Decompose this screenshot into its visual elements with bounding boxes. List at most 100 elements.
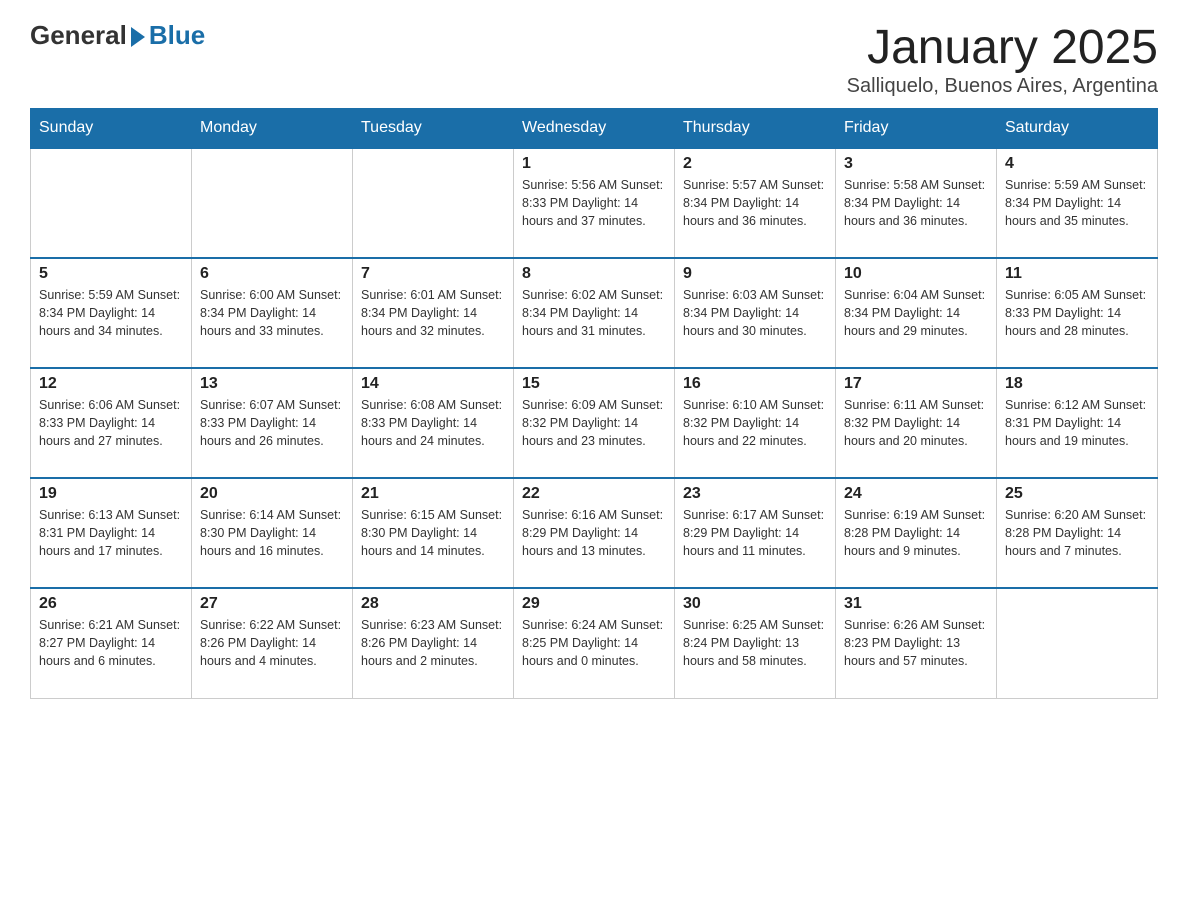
calendar-cell: 14Sunrise: 6:08 AM Sunset: 8:33 PM Dayli… bbox=[353, 368, 514, 478]
day-number: 21 bbox=[361, 485, 505, 503]
calendar-cell: 23 Sunrise: 6:17 AM Sunset: 8:29 PM Dayli… bbox=[675, 478, 836, 588]
day-info: Sunrise: 6:21 AM Sunset: 8:27 PM Dayligh… bbox=[39, 616, 183, 670]
calendar-cell: 12 Sunrise: 6:06 AM Sunset: 8:33 PM Dayli… bbox=[31, 368, 192, 478]
calendar-cell: 8Sunrise: 6:02 AM Sunset: 8:34 PM Daylig… bbox=[514, 258, 675, 368]
day-info: Sunrise: 6:06 AM Sunset: 8:33 PM Dayligh… bbox=[39, 396, 183, 450]
calendar-cell: 18 Sunrise: 6:12 AM Sunset: 8:31 PM Dayli… bbox=[997, 368, 1158, 478]
calendar-cell: 27 Sunrise: 6:22 AM Sunset: 8:26 PM Dayli… bbox=[192, 588, 353, 698]
day-info: Sunrise: 6:03 AM Sunset: 8:34 PM Dayligh… bbox=[683, 286, 827, 340]
logo-arrow-icon bbox=[131, 27, 145, 47]
day-info: Sunrise: 5:59 AM Sunset: 8:34 PM Dayligh… bbox=[39, 286, 183, 340]
day-info: Sunrise: 6:12 AM Sunset: 8:31 PM Dayligh… bbox=[1005, 396, 1149, 450]
calendar-cell: 10 Sunrise: 6:04 AM Sunset: 8:34 PM Dayli… bbox=[836, 258, 997, 368]
calendar-cell: 7 Sunrise: 6:01 AM Sunset: 8:34 PM Daylig… bbox=[353, 258, 514, 368]
calendar-cell: 4Sunrise: 5:59 AM Sunset: 8:34 PM Daylig… bbox=[997, 148, 1158, 258]
day-info: Sunrise: 6:15 AM Sunset: 8:30 PM Dayligh… bbox=[361, 506, 505, 560]
day-of-week-header: Wednesday bbox=[514, 109, 675, 149]
day-number: 2 bbox=[683, 155, 827, 173]
day-info: Sunrise: 6:19 AM Sunset: 8:28 PM Dayligh… bbox=[844, 506, 988, 560]
calendar-cell: 22 Sunrise: 6:16 AM Sunset: 8:29 PM Dayli… bbox=[514, 478, 675, 588]
day-of-week-header: Saturday bbox=[997, 109, 1158, 149]
calendar-cell: 31 Sunrise: 6:26 AM Sunset: 8:23 PM Dayli… bbox=[836, 588, 997, 698]
week-row: 1Sunrise: 5:56 AM Sunset: 8:33 PM Daylig… bbox=[31, 148, 1158, 258]
day-number: 3 bbox=[844, 155, 988, 173]
day-info: Sunrise: 6:14 AM Sunset: 8:30 PM Dayligh… bbox=[200, 506, 344, 560]
calendar-cell: 25Sunrise: 6:20 AM Sunset: 8:28 PM Dayli… bbox=[997, 478, 1158, 588]
day-info: Sunrise: 6:25 AM Sunset: 8:24 PM Dayligh… bbox=[683, 616, 827, 670]
calendar-cell: 15Sunrise: 6:09 AM Sunset: 8:32 PM Dayli… bbox=[514, 368, 675, 478]
day-of-week-header: Friday bbox=[836, 109, 997, 149]
calendar-cell: 3Sunrise: 5:58 AM Sunset: 8:34 PM Daylig… bbox=[836, 148, 997, 258]
day-info: Sunrise: 6:26 AM Sunset: 8:23 PM Dayligh… bbox=[844, 616, 988, 670]
day-number: 15 bbox=[522, 375, 666, 393]
day-number: 11 bbox=[1005, 265, 1149, 283]
day-number: 31 bbox=[844, 595, 988, 613]
week-row: 26 Sunrise: 6:21 AM Sunset: 8:27 PM Dayli… bbox=[31, 588, 1158, 698]
day-number: 1 bbox=[522, 155, 666, 173]
day-info: Sunrise: 6:02 AM Sunset: 8:34 PM Dayligh… bbox=[522, 286, 666, 340]
day-of-week-header: Sunday bbox=[31, 109, 192, 149]
day-info: Sunrise: 6:05 AM Sunset: 8:33 PM Dayligh… bbox=[1005, 286, 1149, 340]
day-number: 10 bbox=[844, 265, 988, 283]
calendar-cell: 13 Sunrise: 6:07 AM Sunset: 8:33 PM Dayli… bbox=[192, 368, 353, 478]
day-number: 18 bbox=[1005, 375, 1149, 393]
calendar-cell bbox=[353, 148, 514, 258]
calendar-cell: 28 Sunrise: 6:23 AM Sunset: 8:26 PM Dayli… bbox=[353, 588, 514, 698]
calendar-title: January 2025 bbox=[847, 20, 1158, 75]
calendar-cell: 29Sunrise: 6:24 AM Sunset: 8:25 PM Dayli… bbox=[514, 588, 675, 698]
day-info: Sunrise: 6:23 AM Sunset: 8:26 PM Dayligh… bbox=[361, 616, 505, 670]
calendar-subtitle: Salliquelo, Buenos Aires, Argentina bbox=[847, 75, 1158, 98]
day-number: 20 bbox=[200, 485, 344, 503]
day-info: Sunrise: 5:59 AM Sunset: 8:34 PM Dayligh… bbox=[1005, 176, 1149, 230]
day-of-week-header: Monday bbox=[192, 109, 353, 149]
day-number: 7 bbox=[361, 265, 505, 283]
day-info: Sunrise: 6:01 AM Sunset: 8:34 PM Dayligh… bbox=[361, 286, 505, 340]
calendar-cell bbox=[192, 148, 353, 258]
calendar-cell: 5 Sunrise: 5:59 AM Sunset: 8:34 PM Daylig… bbox=[31, 258, 192, 368]
calendar-cell: 21 Sunrise: 6:15 AM Sunset: 8:30 PM Dayli… bbox=[353, 478, 514, 588]
day-number: 9 bbox=[683, 265, 827, 283]
logo-blue-text: Blue bbox=[149, 20, 205, 51]
day-number: 12 bbox=[39, 375, 183, 393]
calendar-cell: 24 Sunrise: 6:19 AM Sunset: 8:28 PM Dayli… bbox=[836, 478, 997, 588]
day-number: 17 bbox=[844, 375, 988, 393]
day-info: Sunrise: 6:13 AM Sunset: 8:31 PM Dayligh… bbox=[39, 506, 183, 560]
calendar-cell: 11 Sunrise: 6:05 AM Sunset: 8:33 PM Dayli… bbox=[997, 258, 1158, 368]
calendar-table: SundayMondayTuesdayWednesdayThursdayFrid… bbox=[30, 108, 1158, 699]
day-number: 26 bbox=[39, 595, 183, 613]
day-number: 27 bbox=[200, 595, 344, 613]
day-number: 30 bbox=[683, 595, 827, 613]
day-number: 24 bbox=[844, 485, 988, 503]
day-number: 23 bbox=[683, 485, 827, 503]
calendar-cell bbox=[997, 588, 1158, 698]
day-info: Sunrise: 6:04 AM Sunset: 8:34 PM Dayligh… bbox=[844, 286, 988, 340]
day-info: Sunrise: 6:17 AM Sunset: 8:29 PM Dayligh… bbox=[683, 506, 827, 560]
day-number: 5 bbox=[39, 265, 183, 283]
logo-general-text: General bbox=[30, 20, 127, 51]
day-info: Sunrise: 6:07 AM Sunset: 8:33 PM Dayligh… bbox=[200, 396, 344, 450]
page-header: General Blue January 2025 Salliquelo, Bu… bbox=[30, 20, 1158, 98]
calendar-cell: 2Sunrise: 5:57 AM Sunset: 8:34 PM Daylig… bbox=[675, 148, 836, 258]
day-number: 22 bbox=[522, 485, 666, 503]
week-row: 5 Sunrise: 5:59 AM Sunset: 8:34 PM Daylig… bbox=[31, 258, 1158, 368]
week-row: 19 Sunrise: 6:13 AM Sunset: 8:31 PM Dayli… bbox=[31, 478, 1158, 588]
day-number: 19 bbox=[39, 485, 183, 503]
day-info: Sunrise: 6:08 AM Sunset: 8:33 PM Dayligh… bbox=[361, 396, 505, 450]
day-number: 25 bbox=[1005, 485, 1149, 503]
title-area: January 2025 Salliquelo, Buenos Aires, A… bbox=[847, 20, 1158, 98]
day-of-week-header: Thursday bbox=[675, 109, 836, 149]
day-info: Sunrise: 6:11 AM Sunset: 8:32 PM Dayligh… bbox=[844, 396, 988, 450]
day-number: 28 bbox=[361, 595, 505, 613]
day-info: Sunrise: 6:22 AM Sunset: 8:26 PM Dayligh… bbox=[200, 616, 344, 670]
day-info: Sunrise: 6:16 AM Sunset: 8:29 PM Dayligh… bbox=[522, 506, 666, 560]
day-number: 13 bbox=[200, 375, 344, 393]
day-info: Sunrise: 6:24 AM Sunset: 8:25 PM Dayligh… bbox=[522, 616, 666, 670]
calendar-cell: 6 Sunrise: 6:00 AM Sunset: 8:34 PM Daylig… bbox=[192, 258, 353, 368]
logo: General Blue bbox=[30, 20, 205, 51]
calendar-cell: 19 Sunrise: 6:13 AM Sunset: 8:31 PM Dayli… bbox=[31, 478, 192, 588]
calendar-cell: 30 Sunrise: 6:25 AM Sunset: 8:24 PM Dayli… bbox=[675, 588, 836, 698]
day-number: 6 bbox=[200, 265, 344, 283]
calendar-cell: 26 Sunrise: 6:21 AM Sunset: 8:27 PM Dayli… bbox=[31, 588, 192, 698]
calendar-cell: 20 Sunrise: 6:14 AM Sunset: 8:30 PM Dayli… bbox=[192, 478, 353, 588]
day-info: Sunrise: 6:00 AM Sunset: 8:34 PM Dayligh… bbox=[200, 286, 344, 340]
